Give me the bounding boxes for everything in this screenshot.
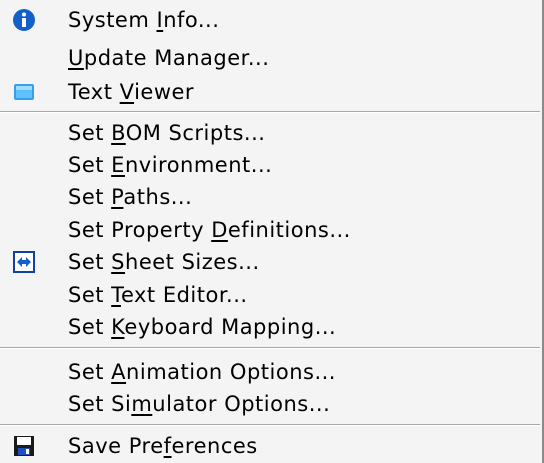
info-icon [13,9,35,31]
menu-item-set-text-editor[interactable]: Set Text Editor... [0,279,540,311]
save-icon [14,436,34,456]
menu-item-label: Set Keyboard Mapping... [68,315,337,339]
menu-item-text-viewer[interactable]: Text Viewer [0,76,540,108]
menu-item-label: Set Sheet Sizes... [68,250,260,274]
menu-item-set-simulator-options[interactable]: Set Simulator Options... [0,388,540,420]
preferences-menu: System Info... Update Manager... Text Vi… [0,0,544,463]
menu-item-label: Text Viewer [68,80,195,104]
menu-item-update-manager[interactable]: Update Manager... [0,42,540,74]
menu-item-set-bom-scripts[interactable]: Set BOM Scripts... [0,117,540,149]
menu-item-label: Set Paths... [68,185,193,209]
menu-item-set-property-definitions[interactable]: Set Property Definitions... [0,214,540,246]
menu-item-label: Save Preferences [68,434,258,458]
menu-item-system-info[interactable]: System Info... [0,4,540,36]
menu-item-label: Set Text Editor... [68,283,248,307]
menu-separator [0,424,540,426]
menu-item-set-environment[interactable]: Set Environment... [0,149,540,181]
sheet-sizes-icon [13,251,35,273]
menu-item-label: System Info... [68,8,220,32]
menu-item-label: Set Animation Options... [68,360,336,384]
menu-item-label: Set Environment... [68,153,273,177]
menu-item-label: Update Manager... [68,46,270,70]
menu-item-label: Set Property Definitions... [68,218,351,242]
menu-item-set-paths[interactable]: Set Paths... [0,181,540,213]
menu-item-label: Set Simulator Options... [68,392,331,416]
menu-item-set-keyboard-mapping[interactable]: Set Keyboard Mapping... [0,311,540,343]
menu-item-set-sheet-sizes[interactable]: Set Sheet Sizes... [0,246,540,278]
menu-separator [0,347,540,349]
text-viewer-icon [14,84,34,100]
menu-item-save-preferences[interactable]: Save Preferences [0,430,540,462]
menu-separator [0,111,540,113]
menu-item-label: Set BOM Scripts... [68,121,266,145]
menu-item-set-animation-options[interactable]: Set Animation Options... [0,356,540,388]
